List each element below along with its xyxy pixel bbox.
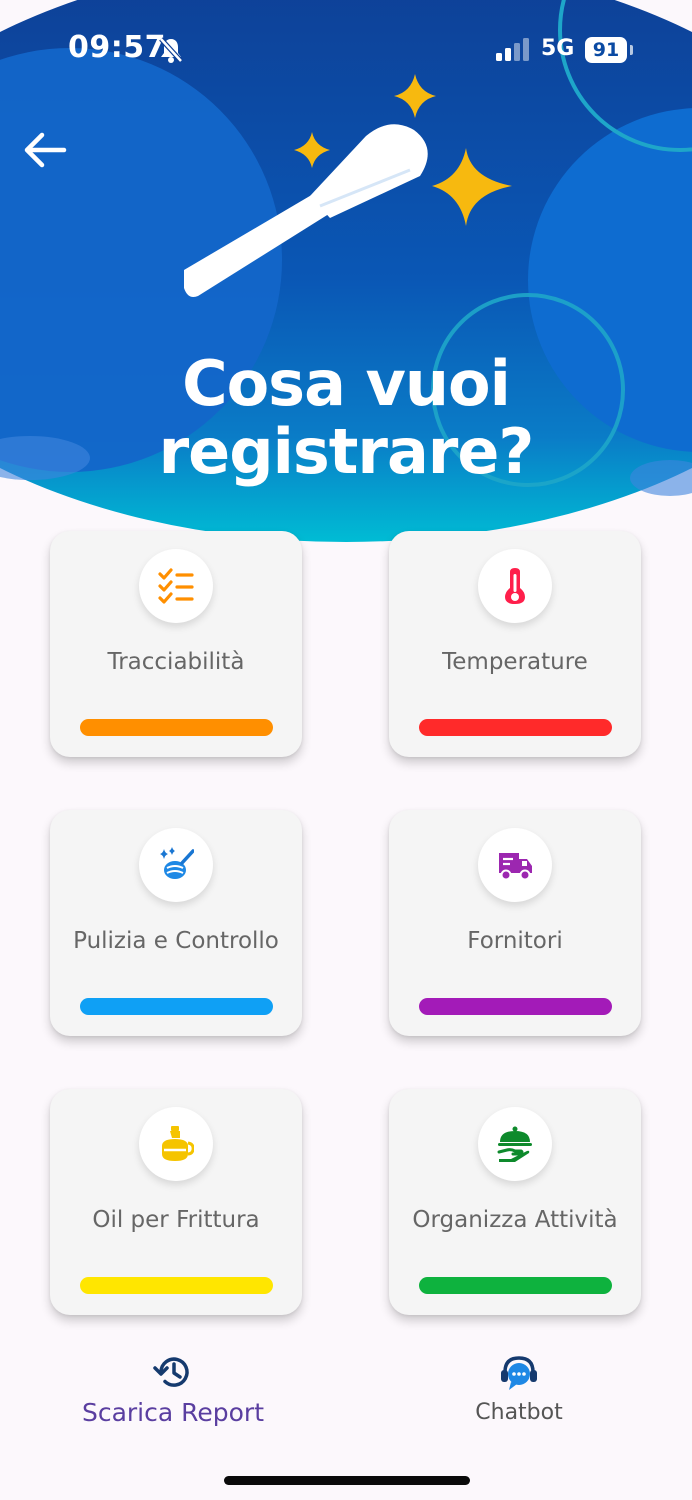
network-type: 5G [541, 36, 575, 61]
color-bar [80, 1277, 273, 1294]
magic-wand-icon [170, 66, 520, 310]
color-bar [419, 998, 612, 1015]
card-label: Tracciabilità [107, 649, 245, 675]
card-label: Pulizia e Controllo [73, 928, 279, 954]
color-bar [419, 719, 612, 736]
page-title-line2: registrare? [158, 415, 535, 488]
icon-badge [139, 549, 213, 623]
color-bar [80, 719, 273, 736]
checklist-icon [158, 568, 194, 604]
scarica-report-button[interactable]: Scarica Report [70, 1352, 276, 1427]
color-bar [80, 998, 273, 1015]
card-label: Fornitori [467, 928, 563, 954]
battery-icon: 91 [585, 37, 627, 63]
icon-badge [478, 1107, 552, 1181]
arrow-left-icon [24, 132, 67, 168]
serving-cloche-icon [497, 1126, 532, 1162]
thermometer-icon [505, 568, 525, 604]
scarica-report-label: Scarica Report [81, 1398, 265, 1427]
card-fornitori[interactable]: Fornitori [389, 810, 641, 1036]
card-organizza-attivita[interactable]: Organizza Attività [389, 1089, 641, 1315]
home-indicator[interactable] [224, 1476, 470, 1485]
back-button[interactable] [22, 126, 70, 174]
bell-muted-icon [158, 36, 184, 68]
card-label: Organizza Attività [412, 1207, 618, 1233]
icon-badge [139, 828, 213, 902]
chatbot-label: Chatbot [475, 1400, 563, 1425]
card-pulizia-controllo[interactable]: Pulizia e Controllo [50, 810, 302, 1036]
card-oil-frittura[interactable]: Oil per Frittura [50, 1089, 302, 1315]
oil-jug-icon [162, 1126, 194, 1161]
icon-badge [478, 549, 552, 623]
page-title-line1: Cosa vuoi [182, 347, 511, 420]
page-title: Cosa vuoi registrare? [0, 350, 692, 486]
truck-icon [499, 853, 532, 881]
icon-badge [478, 828, 552, 902]
icon-badge [139, 1107, 213, 1181]
card-temperature[interactable]: Temperature [389, 531, 641, 757]
battery-cap [630, 45, 633, 55]
card-tracciabilita[interactable]: Tracciabilità [50, 531, 302, 757]
history-icon [153, 1357, 189, 1387]
cleaning-icon [160, 847, 194, 879]
chatbot-button[interactable]: Chatbot [450, 1352, 588, 1425]
color-bar [419, 1277, 612, 1294]
cellular-signal-icon [496, 38, 532, 66]
support-agent-icon [501, 1356, 537, 1390]
card-label: Temperature [442, 649, 588, 675]
status-time: 09:57 [68, 30, 166, 65]
card-label: Oil per Frittura [92, 1207, 260, 1233]
